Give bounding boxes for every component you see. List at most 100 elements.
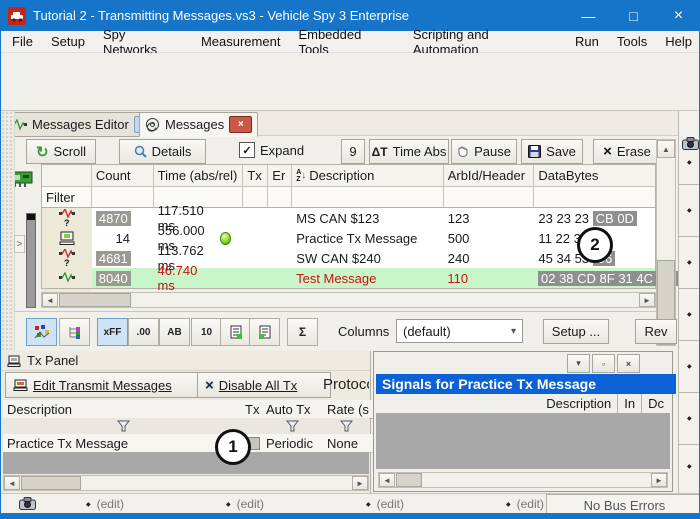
scroll-right-icon[interactable]: ►	[352, 476, 368, 490]
table-row[interactable]: ? 4681 113.762 ms SW CAN $240 240 45 34 …	[42, 248, 655, 268]
filter-tx[interactable]	[243, 187, 268, 208]
dock-bullet[interactable]: ◆	[687, 207, 692, 214]
columns-select[interactable]: (default) ▾	[396, 319, 523, 343]
expander-button[interactable]: >	[14, 235, 25, 253]
sort-az-icon[interactable]: AZ ↓	[296, 169, 306, 183]
scroll-right-icon[interactable]: ►	[639, 293, 655, 307]
header-er[interactable]: Er	[268, 165, 292, 187]
close-tab-icon[interactable]: ×	[229, 116, 252, 133]
hscroll-thumb[interactable]	[396, 473, 422, 487]
ascii-display-button[interactable]: AB	[159, 318, 190, 346]
status-edit-slot[interactable]: ◆(edit)	[506, 497, 544, 511]
hscroll-thumb[interactable]	[59, 293, 131, 307]
table-row[interactable]: 14 556.000 ms Practice Tx Message 500 11…	[42, 228, 655, 248]
status-edit-slot[interactable]: ◆(edit)	[86, 497, 124, 511]
filter-arbid[interactable]	[444, 187, 535, 208]
details-button[interactable]: Details	[119, 139, 206, 164]
save-button[interactable]: Save	[521, 139, 583, 164]
dock-bullet[interactable]: ◆	[687, 363, 692, 370]
expand-checkbox[interactable]: ✓ Expand	[239, 142, 304, 158]
tx-header-description[interactable]: Description	[3, 400, 253, 419]
signals-header-dc[interactable]: Dc	[641, 394, 670, 413]
tx-filter-auto-tx[interactable]	[262, 418, 324, 435]
filter-databytes[interactable]	[534, 187, 655, 208]
tx-header-rate[interactable]: Rate (s	[323, 400, 377, 419]
minimize-button[interactable]: —	[566, 1, 611, 31]
filter-count[interactable]	[92, 187, 154, 208]
dock-bullet[interactable]: ◆	[687, 159, 692, 166]
totals-button[interactable]: Σ	[287, 318, 318, 346]
panel-close-button[interactable]: ×	[617, 354, 640, 373]
header-time[interactable]: Time (abs/rel)	[154, 165, 244, 187]
protocol-section-label[interactable]: Protoco	[323, 376, 369, 393]
left-scroll-indicator[interactable]	[26, 213, 36, 308]
menu-tools[interactable]: Tools	[608, 34, 656, 49]
menu-file[interactable]: File	[3, 34, 42, 49]
hscroll-thumb[interactable]	[21, 476, 81, 490]
header-description[interactable]: AZ ↓ Description	[292, 165, 443, 187]
header-tx[interactable]: Tx	[243, 165, 268, 187]
tx-filter-rate[interactable]	[323, 418, 369, 435]
filter-description[interactable]	[292, 187, 443, 208]
interpret-all-button[interactable]	[249, 318, 280, 346]
scroll-button[interactable]: ↻ Scroll	[26, 139, 96, 164]
scroll-left-icon[interactable]: ◄	[42, 293, 58, 307]
setup-button[interactable]: Setup ...	[543, 319, 609, 344]
network-view-button[interactable]	[59, 318, 90, 346]
tab-messages[interactable]: Messages ×	[139, 112, 258, 137]
panel-restore-button[interactable]: ▫	[592, 354, 615, 373]
menu-help[interactable]: Help	[656, 34, 700, 49]
disable-all-tx-button[interactable]: × Disable All Tx	[197, 372, 331, 398]
tx-hscrollbar[interactable]: ◄ ►	[3, 475, 369, 491]
nine-button[interactable]: 9	[341, 139, 365, 164]
camera-icon[interactable]	[19, 497, 36, 510]
pause-button[interactable]: Pause	[451, 139, 517, 164]
table-row[interactable]: ? 4870 117.510 ms MS CAN $123 123 23 23 …	[42, 208, 655, 228]
filter-er[interactable]	[268, 187, 292, 208]
time-abs-button[interactable]: ΔT Time Abs	[369, 139, 449, 164]
hex-display-button[interactable]: xFF	[97, 318, 128, 346]
binary-display-button[interactable]: 10	[191, 318, 222, 346]
edit-transmit-messages-button[interactable]: Edit Transmit Messages	[5, 372, 203, 398]
maximize-button[interactable]: □	[611, 1, 656, 31]
signals-hscrollbar[interactable]: ◄ ►	[378, 472, 668, 488]
messages-hscrollbar[interactable]: ◄ ►	[41, 292, 656, 308]
dock-bullet[interactable]: ◆	[687, 259, 692, 266]
menu-setup[interactable]: Setup	[42, 34, 94, 49]
erase-button[interactable]: × Erase	[593, 139, 661, 164]
camera-icon[interactable]	[682, 137, 699, 150]
menu-measurement[interactable]: Measurement	[192, 34, 289, 49]
dock-bullet[interactable]: ◆	[687, 463, 692, 470]
status-edit-slot[interactable]: ◆(edit)	[226, 497, 264, 511]
review-button[interactable]: Rev	[635, 319, 677, 344]
tx-filter-description[interactable]	[3, 418, 245, 435]
checkbox-checked-icon[interactable]: ✓	[239, 142, 255, 158]
tx-header-auto-tx[interactable]: Auto Tx	[262, 400, 332, 419]
scroll-up-icon[interactable]: ▲	[657, 140, 675, 158]
dock-bullet[interactable]: ◆	[687, 415, 692, 422]
header-arbid[interactable]: ArbId/Header	[444, 165, 535, 187]
panel-dropdown-button[interactable]: ▾	[567, 354, 590, 373]
menu-run[interactable]: Run	[566, 34, 608, 49]
messages-vscrollbar[interactable]: ▲ ▼	[656, 139, 676, 346]
interpret-button[interactable]	[220, 318, 251, 346]
menu-scripting-automation[interactable]: Scripting and Automation	[404, 27, 566, 57]
header-databytes[interactable]: DataBytes	[534, 165, 655, 187]
header-count[interactable]: Count	[92, 165, 154, 187]
decimal-display-button[interactable]: .00	[128, 318, 159, 346]
dock-bullet[interactable]: ◆	[687, 311, 692, 318]
signals-header-description[interactable]: Description	[540, 394, 617, 413]
color-stats-button[interactable]	[26, 318, 57, 346]
close-button[interactable]: ×	[656, 1, 700, 31]
tx-row-rate[interactable]: None	[323, 434, 377, 453]
table-row-selected[interactable]: 8040 46.740 ms Test Message 110 02 38 CD…	[42, 268, 655, 288]
scroll-right-icon[interactable]: ►	[651, 473, 667, 487]
tx-filter-tx[interactable]	[244, 418, 263, 435]
tx-row-auto-tx[interactable]: Periodic	[262, 434, 332, 453]
scroll-left-icon[interactable]: ◄	[379, 473, 395, 487]
menu-spy-networks[interactable]: Spy Networks	[94, 27, 192, 57]
signals-header-in[interactable]: In	[617, 394, 641, 413]
header-icon-col[interactable]	[42, 165, 92, 187]
menu-embedded-tools[interactable]: Embedded Tools	[289, 27, 403, 57]
status-edit-slot[interactable]: ◆(edit)	[366, 497, 404, 511]
